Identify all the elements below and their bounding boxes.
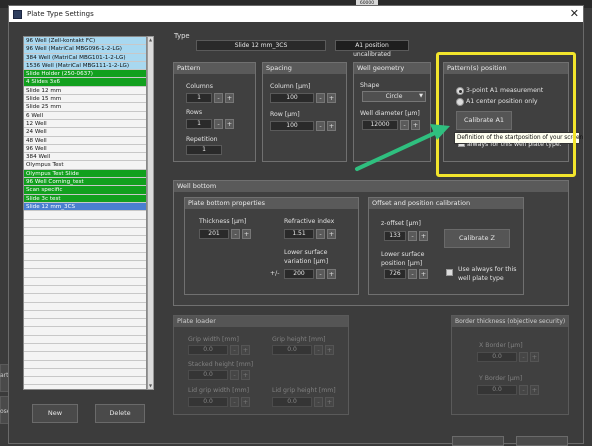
x-border-decrement-button[interactable]: - (519, 352, 528, 362)
well-bottom-title: Well bottom (174, 181, 568, 192)
y-border-decrement-button[interactable]: - (519, 385, 528, 395)
calibrate-z-button[interactable]: Calibrate Z (444, 229, 510, 248)
grip-height-increment-button[interactable]: + (325, 345, 334, 355)
plus-minus-label: +/- (270, 270, 280, 277)
border-thickness-group: Border thickness (objective security) (451, 315, 569, 415)
stacked-height-label: Stacked height [mm] (188, 361, 254, 368)
grip-width-input[interactable]: 0.0 (188, 345, 228, 355)
thickness-label: Thickness [µm] (199, 218, 247, 225)
lower-position-input[interactable]: 726 (384, 269, 406, 279)
grip-width-label: Grip width [mm] (188, 336, 239, 343)
refractive-index-label: Refractive index (284, 218, 335, 225)
lid-grip-width-label: Lid grip width [mm] (188, 387, 250, 394)
y-border-increment-button[interactable]: + (530, 385, 539, 395)
x-border-input[interactable]: 0.0 (477, 352, 517, 362)
lid-grip-height-decrement-button[interactable]: - (314, 397, 323, 407)
border-thickness-title: Border thickness (objective security) (452, 316, 568, 327)
lower-position-increment-button[interactable]: + (419, 269, 428, 279)
lower-variation-label-1: Lower surface (284, 249, 328, 256)
grip-height-label: Grip height [mm] (272, 336, 326, 343)
lower-position-label-2: position [µm] (381, 260, 423, 267)
x-border-label: X Border [µm] (479, 342, 523, 349)
y-border-label: Y Border [µm] (479, 375, 523, 382)
lower-variation-label-2: variation [µm] (284, 258, 329, 265)
lower-position-label-1: Lower surface (381, 251, 425, 258)
refractive-index-input[interactable]: 1.51 (284, 229, 314, 239)
grip-width-decrement-button[interactable]: - (230, 345, 239, 355)
thickness-increment-button[interactable]: + (242, 229, 251, 239)
refractive-index-increment-button[interactable]: + (327, 229, 336, 239)
grip-height-input[interactable]: 0.0 (272, 345, 312, 355)
plate-bottom-properties-group: Plate bottom properties (184, 197, 359, 295)
plate-loader-title: Plate loader (174, 316, 348, 327)
plate-bottom-properties-title: Plate bottom properties (185, 198, 358, 209)
y-border-input[interactable]: 0.0 (477, 385, 517, 395)
lid-grip-width-increment-button[interactable]: + (241, 397, 250, 407)
z-offset-input[interactable]: 133 (384, 231, 406, 241)
use-always-label-1: Use always for this (458, 266, 517, 273)
lid-grip-height-input[interactable]: 0.0 (272, 397, 312, 407)
footer-button-1[interactable] (452, 436, 504, 446)
lid-grip-width-input[interactable]: 0.0 (188, 397, 228, 407)
lower-variation-decrement-button[interactable]: - (316, 269, 325, 279)
footer-button-2[interactable] (516, 436, 568, 446)
stacked-height-increment-button[interactable]: + (241, 370, 250, 380)
stacked-height-input[interactable]: 0.0 (188, 370, 228, 380)
lower-variation-increment-button[interactable]: + (327, 269, 336, 279)
refractive-index-decrement-button[interactable]: - (316, 229, 325, 239)
x-border-increment-button[interactable]: + (530, 352, 539, 362)
use-always-label-2: well plate type (458, 275, 504, 282)
offset-calibration-title: Offset and position calibration (369, 198, 523, 209)
lower-variation-input[interactable]: 200 (284, 269, 314, 279)
grip-height-decrement-button[interactable]: - (314, 345, 323, 355)
z-offset-increment-button[interactable]: + (419, 231, 428, 241)
lid-grip-height-increment-button[interactable]: + (325, 397, 334, 407)
lower-position-decrement-button[interactable]: - (408, 269, 417, 279)
lid-grip-width-decrement-button[interactable]: - (230, 397, 239, 407)
use-always-checkbox[interactable] (446, 269, 453, 276)
z-offset-label: z-offset [µm] (381, 220, 421, 227)
grip-width-increment-button[interactable]: + (241, 345, 250, 355)
z-offset-decrement-button[interactable]: - (408, 231, 417, 241)
lid-grip-height-label: Lid grip height [mm] (272, 387, 336, 394)
thickness-input[interactable]: 201 (199, 229, 229, 239)
stacked-height-decrement-button[interactable]: - (230, 370, 239, 380)
thickness-decrement-button[interactable]: - (231, 229, 240, 239)
